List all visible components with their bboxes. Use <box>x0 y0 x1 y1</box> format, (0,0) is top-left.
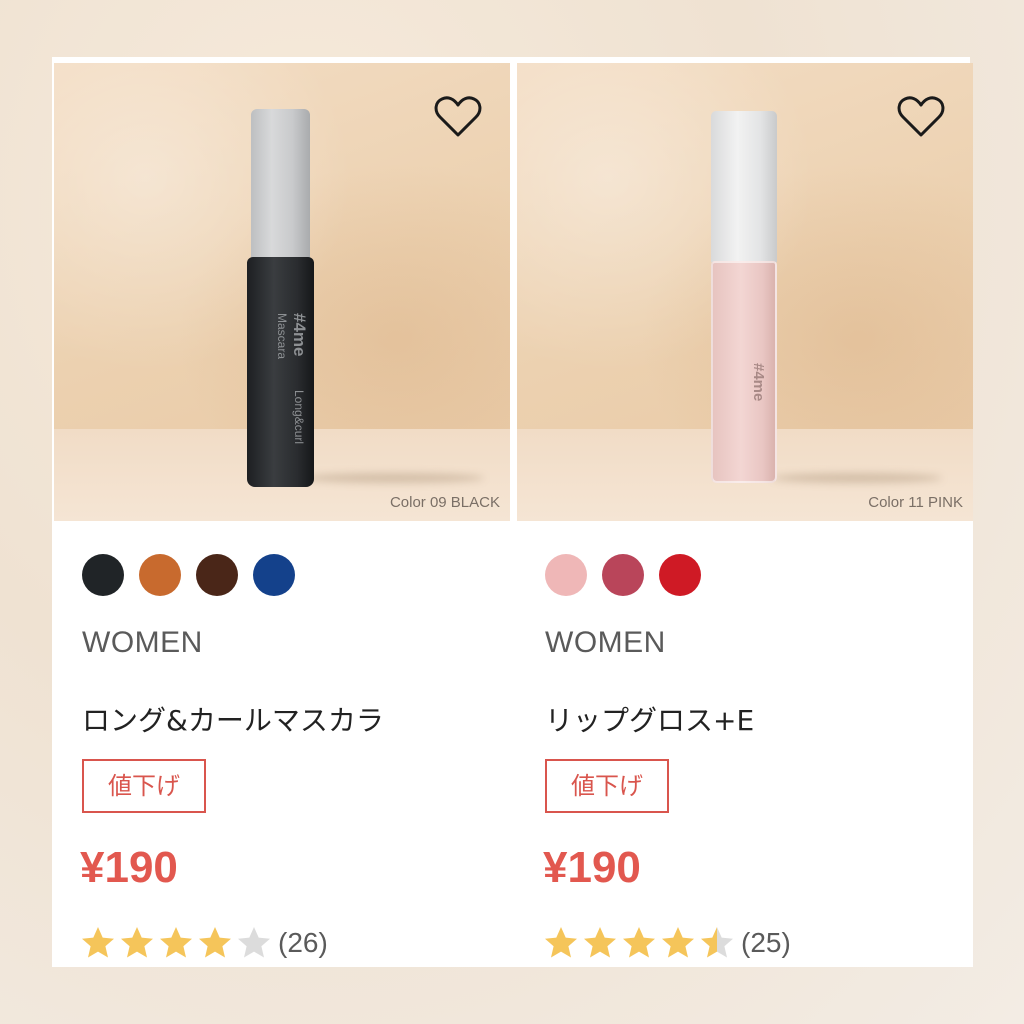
color-swatch-2[interactable] <box>139 554 181 596</box>
color-swatch-3[interactable] <box>196 554 238 596</box>
product-price: ¥190 <box>80 843 178 892</box>
color-swatch-3[interactable] <box>659 554 701 596</box>
gloss-cap <box>711 111 777 263</box>
product-name[interactable]: リップグロス+E <box>545 699 754 739</box>
color-swatch-1[interactable] <box>545 554 587 596</box>
star-icon <box>545 927 577 958</box>
product-name[interactable]: ロング&カールマスカラ <box>82 699 384 739</box>
rating-count[interactable]: (26) <box>278 927 328 959</box>
color-swatches <box>545 554 701 596</box>
rating-count[interactable]: (25) <box>741 927 791 959</box>
star-icon <box>662 927 694 958</box>
product-image[interactable]: #4me Long&curl Mascara Color 09 BLACK <box>54 63 510 521</box>
rating-stars <box>543 925 735 961</box>
mascara-print: #4me Long&curl Mascara <box>259 313 309 463</box>
rating-stars <box>80 925 272 961</box>
mascara-print-line1: Long&curl <box>292 389 306 444</box>
price-drop-badge: 値下げ <box>545 759 669 813</box>
product-gender: WOMEN <box>82 626 203 659</box>
star-icon <box>584 927 616 958</box>
product-shadow <box>304 473 484 483</box>
mascara-print-line2: Mascara <box>275 313 289 360</box>
product-card-lip-gloss[interactable]: #4me Color 11 PINK WOMEN リップグロス+E 値下げ ¥1… <box>517 63 973 967</box>
star-icon <box>82 927 114 958</box>
heart-outline-icon[interactable] <box>895 91 947 143</box>
product-rating: (26) <box>80 921 328 965</box>
heart-outline-icon[interactable] <box>432 91 484 143</box>
mascara-cap <box>251 109 310 263</box>
product-rating: (25) <box>543 921 791 965</box>
star-icon <box>701 927 733 958</box>
color-swatch-2[interactable] <box>602 554 644 596</box>
product-card-mascara[interactable]: #4me Long&curl Mascara Color 09 BLACK WO… <box>54 63 510 967</box>
image-caption: Color 11 PINK <box>868 494 963 511</box>
price-drop-badge: 値下げ <box>82 759 206 813</box>
star-icon <box>121 927 153 958</box>
product-image[interactable]: #4me Color 11 PINK <box>517 63 973 521</box>
product-gender: WOMEN <box>545 626 666 659</box>
color-swatch-4[interactable] <box>253 554 295 596</box>
star-icon <box>199 927 231 958</box>
product-shadow <box>772 473 942 483</box>
gloss-print: #4me <box>727 363 767 453</box>
gloss-print-brand: #4me <box>750 363 767 402</box>
star-icon <box>160 927 192 958</box>
star-icon <box>623 927 655 958</box>
product-grid: #4me Long&curl Mascara Color 09 BLACK WO… <box>52 57 973 967</box>
image-caption: Color 09 BLACK <box>389 494 500 511</box>
mascara-print-brand: #4me <box>290 313 309 357</box>
product-price: ¥190 <box>543 843 641 892</box>
star-icon <box>238 927 270 958</box>
color-swatches <box>82 554 295 596</box>
color-swatch-1[interactable] <box>82 554 124 596</box>
